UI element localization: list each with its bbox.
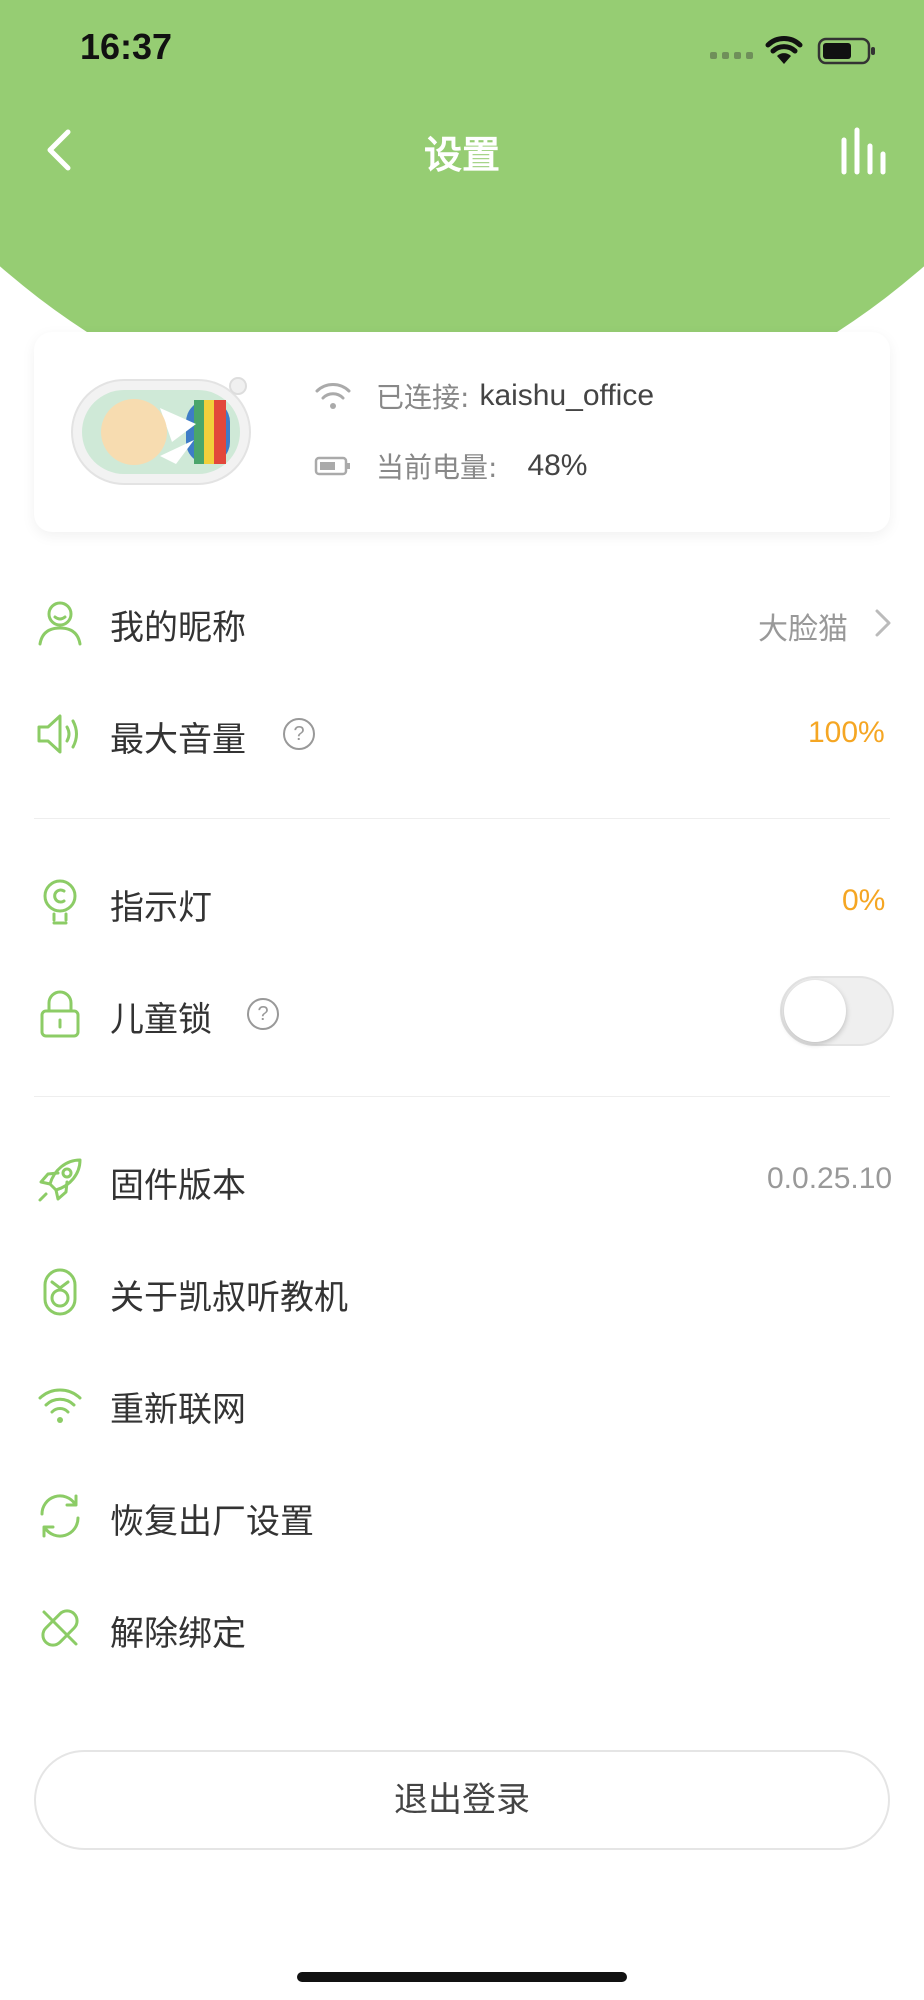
speaker-icon (37, 714, 78, 754)
device-status-card: 已连接: kaishu_office 当前电量: 48% (34, 332, 890, 532)
nickname-label: 我的昵称 (110, 608, 246, 648)
max-volume-label: 最大音量 (110, 720, 246, 760)
lock-icon (40, 990, 80, 1038)
firmware-label: 固件版本 (110, 1166, 246, 1206)
device-icon (43, 1268, 77, 1316)
home-indicator (297, 1972, 627, 1982)
indicator-light-item[interactable]: 指示灯 0% (0, 862, 924, 942)
battery-status-icon (817, 37, 875, 65)
about-device-item[interactable]: 关于凯叔听教机 (0, 1252, 924, 1332)
factory-reset-item[interactable]: 恢复出厂设置 (0, 1476, 924, 1556)
connection-info: 已连接: kaishu_office (314, 376, 654, 416)
battery-label: 当前电量: (376, 451, 498, 484)
unlink-icon (41, 1609, 79, 1647)
user-icon (38, 601, 82, 646)
stats-button[interactable] (838, 122, 890, 178)
indicator-light-value: 0% (842, 884, 886, 917)
refresh-icon (40, 1494, 80, 1538)
divider (34, 818, 890, 819)
wifi-status-icon (765, 36, 803, 64)
volume-help-icon[interactable]: ? (283, 718, 315, 750)
bulb-icon (43, 879, 77, 925)
child-lock-toggle[interactable] (780, 976, 894, 1046)
divider (34, 1096, 890, 1097)
nickname-value: 大脸猫 (758, 612, 848, 647)
wifi-icon (315, 383, 351, 409)
toggle-knob (784, 980, 846, 1042)
about-device-label: 关于凯叔听教机 (110, 1278, 348, 1318)
bar-chart-icon (841, 127, 886, 175)
status-bar: 16:37 (0, 0, 924, 100)
navigation-bar: 设置 (0, 110, 924, 190)
indicator-light-label: 指示灯 (110, 888, 212, 928)
reconnect-network-item[interactable]: 重新联网 (0, 1364, 924, 1444)
unbind-device-item[interactable]: 解除绑定 (0, 1588, 924, 1668)
battery-icon (314, 456, 350, 476)
logout-button[interactable]: 退出登录 (34, 1750, 890, 1850)
connection-value: kaishu_office (479, 379, 655, 412)
battery-info: 当前电量: 48% (314, 446, 587, 486)
rocket-icon (38, 1158, 82, 1202)
factory-reset-label: 恢复出厂设置 (110, 1502, 314, 1542)
page-title: 设置 (423, 133, 500, 177)
battery-value: 48% (527, 449, 588, 482)
cellular-signal-icon (710, 52, 753, 59)
max-volume-value: 100% (808, 716, 885, 749)
child-lock-item: 儿童锁 ? (0, 974, 924, 1054)
firmware-value: 0.0.25.10 (767, 1162, 893, 1195)
child-lock-help-icon[interactable]: ? (247, 998, 279, 1030)
max-volume-item[interactable]: 最大音量 ? 100% (0, 694, 924, 774)
unbind-label: 解除绑定 (110, 1614, 246, 1654)
connection-label: 已连接: (376, 381, 470, 414)
chevron-right-icon (875, 609, 891, 637)
wifi-icon (38, 1388, 82, 1423)
status-time: 16:37 (80, 26, 173, 67)
child-lock-label: 儿童锁 (110, 1000, 212, 1040)
device-image (71, 377, 251, 485)
firmware-version-item: 固件版本 0.0.25.10 (0, 1140, 924, 1220)
nickname-item[interactable]: 我的昵称 大脸猫 (0, 582, 924, 662)
reconnect-label: 重新联网 (110, 1390, 246, 1430)
